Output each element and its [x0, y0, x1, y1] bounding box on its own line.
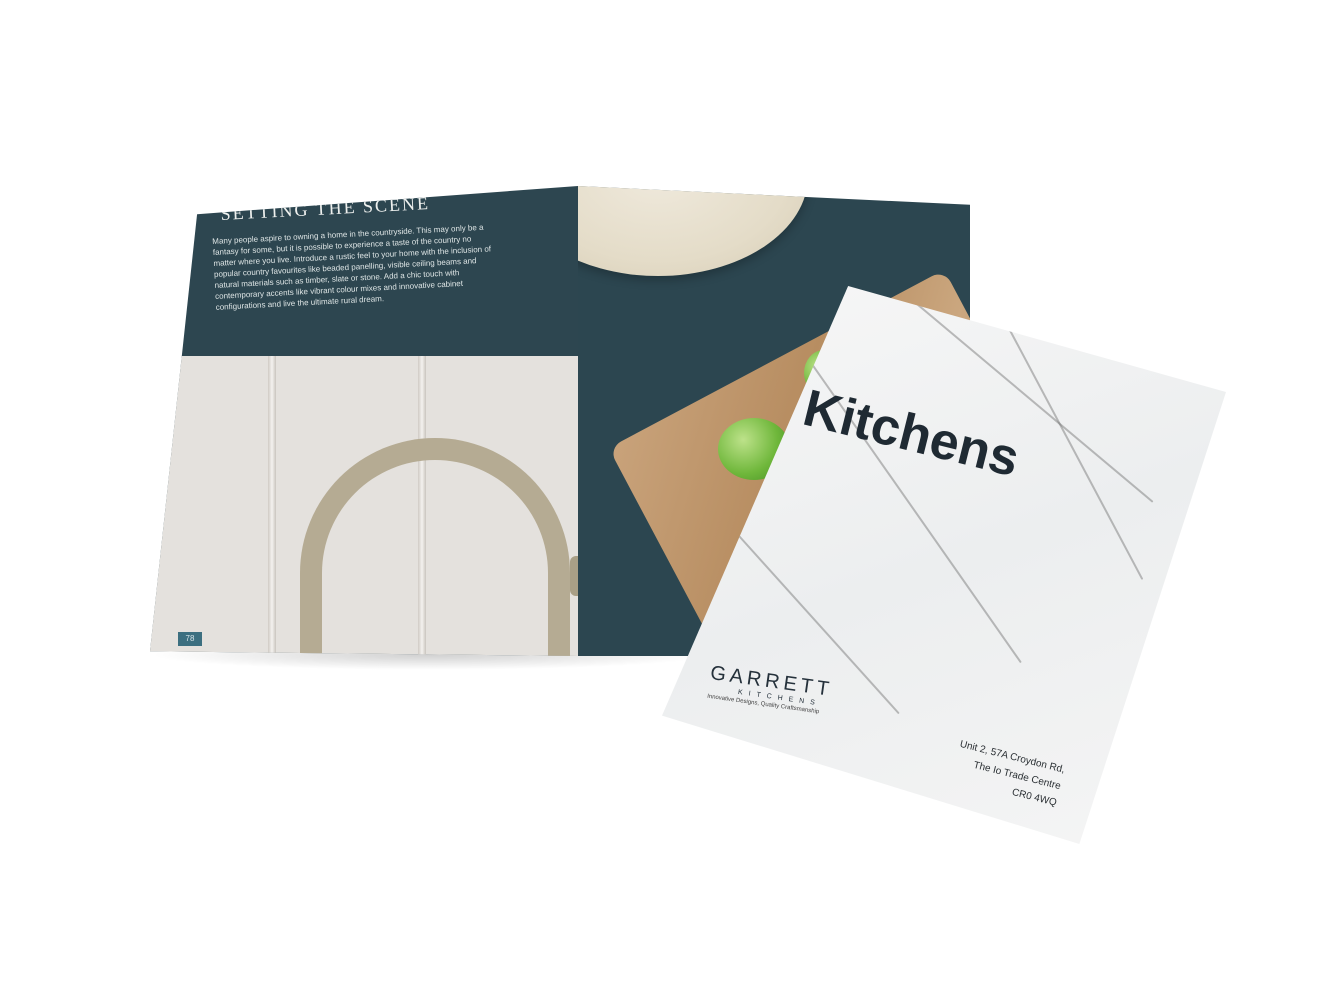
cover-title: Kitchens: [797, 378, 1025, 489]
left-page: SETTING THE SCENE Many people aspire to …: [150, 186, 578, 656]
page-heading: SETTING THE SCENE: [220, 193, 431, 224]
garrett-logo: GARRETT KITCHENS Innovative Designs, Qua…: [707, 662, 835, 717]
ceramic-bowl-photo: [578, 186, 808, 276]
tap-spout: [570, 556, 578, 596]
page-body-text: Many people aspire to owning a home in t…: [212, 222, 492, 312]
panel-groove: [268, 356, 276, 656]
page-number: 78: [178, 632, 202, 646]
cover-address: Unit 2, 57A Croydon Rd, The Io Trade Cen…: [950, 736, 1067, 812]
brochure-mockup: SETTING THE SCENE Many people aspire to …: [0, 0, 1320, 990]
